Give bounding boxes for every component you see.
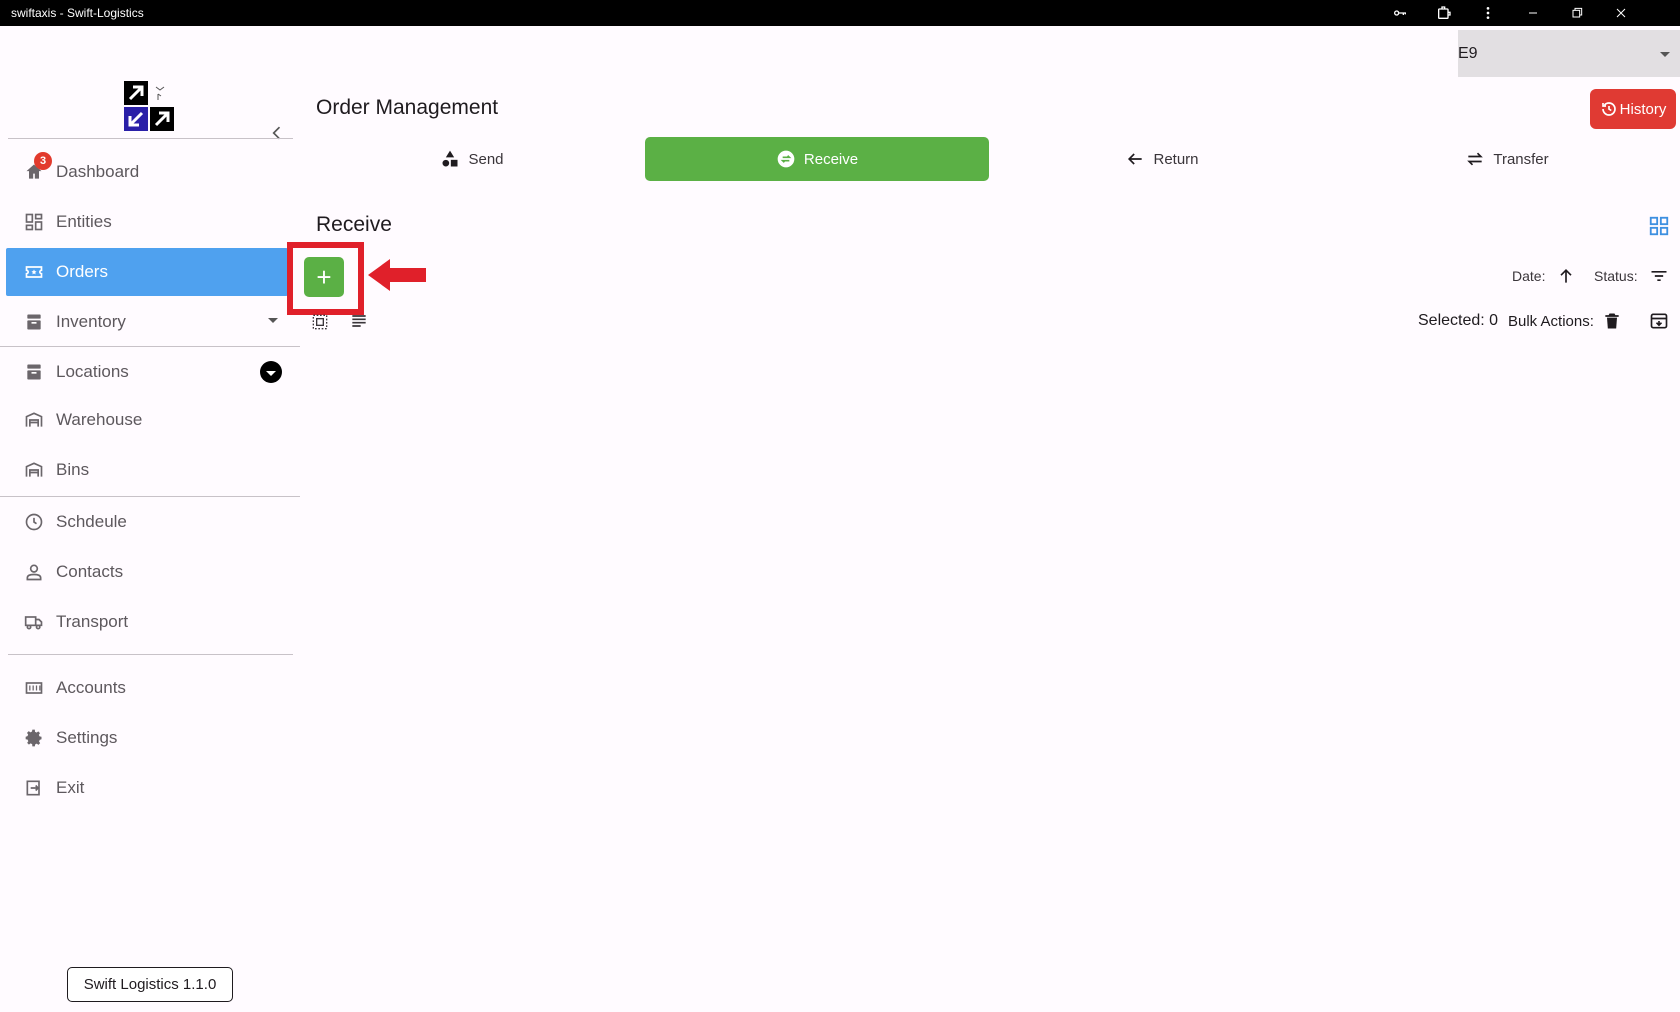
extension-icon[interactable] — [1433, 3, 1455, 23]
arrow-left-icon — [1128, 153, 1143, 165]
divider — [0, 346, 300, 347]
window-titlebar: swiftaxis - Swift-Logistics — [0, 0, 1680, 26]
divider — [8, 654, 293, 655]
tab-transfer[interactable]: Transfer — [1335, 137, 1679, 181]
sidebar-item-label: Locations — [56, 362, 129, 381]
sidebar-item-label: Accounts — [56, 678, 126, 697]
counter-icon — [22, 676, 46, 700]
sidebar-item-exit[interactable]: Exit — [6, 764, 288, 812]
sidebar-item-accounts[interactable]: Accounts — [6, 664, 288, 712]
notification-badge: 3 — [34, 152, 52, 170]
trash-icon[interactable] — [1601, 310, 1623, 332]
sidebar-item-transport[interactable]: Transport — [6, 598, 288, 646]
sidebar-item-label: Schdeule — [56, 512, 127, 531]
list-view-icon[interactable] — [348, 310, 370, 332]
sidebar-item-label: Bins — [56, 460, 90, 479]
select-all-icon[interactable] — [309, 311, 331, 333]
sidebar-item-settings[interactable]: Settings — [6, 714, 288, 762]
collapse-sidebar-button[interactable] — [266, 122, 288, 144]
tab-send[interactable]: Send — [300, 137, 644, 181]
sidebar: 3 Dashboard Entities Orders Inventory Lo… — [0, 26, 300, 1012]
sidebar-item-orders[interactable]: Orders — [6, 248, 288, 296]
sidebar-item-locations[interactable]: Locations — [6, 348, 288, 396]
sidebar-item-label: Settings — [56, 728, 118, 747]
tab-label: Transfer — [1493, 150, 1549, 168]
gear-icon — [22, 726, 46, 750]
sidebar-item-contacts[interactable]: Contacts — [6, 548, 288, 596]
transfer-icon — [1467, 152, 1484, 166]
chevron-down-icon — [1660, 52, 1670, 57]
section-title: Receive — [316, 213, 392, 236]
filter-icon[interactable] — [1648, 265, 1670, 287]
history-icon — [1601, 102, 1616, 116]
select-value: E9 — [1458, 44, 1478, 62]
order-type-tabs: Send Receive Return Transfer — [300, 134, 1680, 184]
locations-icon — [22, 360, 46, 384]
sidebar-item-bins[interactable]: Bins — [6, 446, 288, 494]
tab-label: Return — [1153, 150, 1199, 168]
chevron-down-icon[interactable] — [268, 318, 278, 323]
shapes-icon — [442, 150, 458, 167]
arrow-pointer-annotation — [366, 255, 428, 295]
tab-label: Receive — [803, 150, 859, 168]
sidebar-item-label: Warehouse — [56, 410, 143, 429]
divider — [8, 138, 293, 139]
history-label: History — [1619, 100, 1667, 118]
minimize-icon[interactable] — [1522, 3, 1544, 23]
app-logo — [124, 81, 176, 133]
exit-icon — [22, 776, 46, 800]
tab-label: Send — [468, 150, 504, 168]
selected-count: Selected: 0 — [1418, 312, 1499, 329]
window-title: swiftaxis - Swift-Logistics — [11, 6, 144, 20]
add-order-button[interactable]: + — [304, 257, 344, 297]
sidebar-item-label: Contacts — [56, 562, 124, 581]
bulk-actions-label: Bulk Actions: — [1508, 313, 1594, 330]
home-icon: 3 — [22, 152, 52, 184]
sidebar-item-inventory[interactable]: Inventory — [6, 298, 288, 346]
status-filter-label: Status: — [1594, 268, 1638, 284]
divider — [0, 496, 300, 497]
tab-receive[interactable]: Receive — [645, 137, 989, 181]
key-icon[interactable] — [1389, 3, 1411, 23]
more-icon[interactable] — [1477, 3, 1499, 23]
sidebar-item-entities[interactable]: Entities — [6, 198, 288, 246]
sidebar-item-label: Orders — [56, 262, 108, 281]
warehouse-icon — [22, 408, 46, 432]
person-icon — [22, 560, 46, 584]
swap-circle-icon — [777, 150, 795, 168]
history-button[interactable]: History — [1590, 89, 1676, 129]
sidebar-item-label: Exit — [56, 778, 85, 797]
expand-toggle-icon[interactable] — [260, 361, 282, 383]
close-icon[interactable] — [1610, 3, 1632, 23]
ticket-icon — [22, 260, 46, 284]
sidebar-item-label: Inventory — [56, 312, 126, 331]
sidebar-item-label: Dashboard — [56, 162, 140, 181]
archive-icon[interactable] — [1648, 310, 1670, 332]
sidebar-item-label: Entities — [56, 212, 112, 231]
restore-icon[interactable] — [1566, 3, 1588, 23]
entity-select[interactable]: E9 — [1458, 30, 1680, 77]
sidebar-item-schedule[interactable]: Schdeule — [6, 498, 288, 546]
tab-return[interactable]: Return — [990, 137, 1334, 181]
page-title: Order Management — [316, 96, 499, 119]
arrow-up-icon[interactable] — [1555, 265, 1577, 287]
date-sort-label: Date: — [1512, 268, 1546, 284]
sidebar-item-dashboard[interactable]: 3 Dashboard — [6, 148, 288, 196]
sidebar-item-label: Transport — [56, 612, 129, 631]
truck-icon — [22, 610, 46, 634]
warehouse-icon — [22, 458, 46, 482]
clock-icon — [22, 510, 46, 534]
inventory-icon — [22, 310, 46, 334]
grid-view-icon[interactable] — [1648, 215, 1670, 237]
version-button[interactable]: Swift Logistics 1.1.0 — [67, 967, 233, 1002]
sidebar-item-warehouse[interactable]: Warehouse — [6, 396, 288, 444]
dashboard-grid-icon — [22, 210, 46, 234]
